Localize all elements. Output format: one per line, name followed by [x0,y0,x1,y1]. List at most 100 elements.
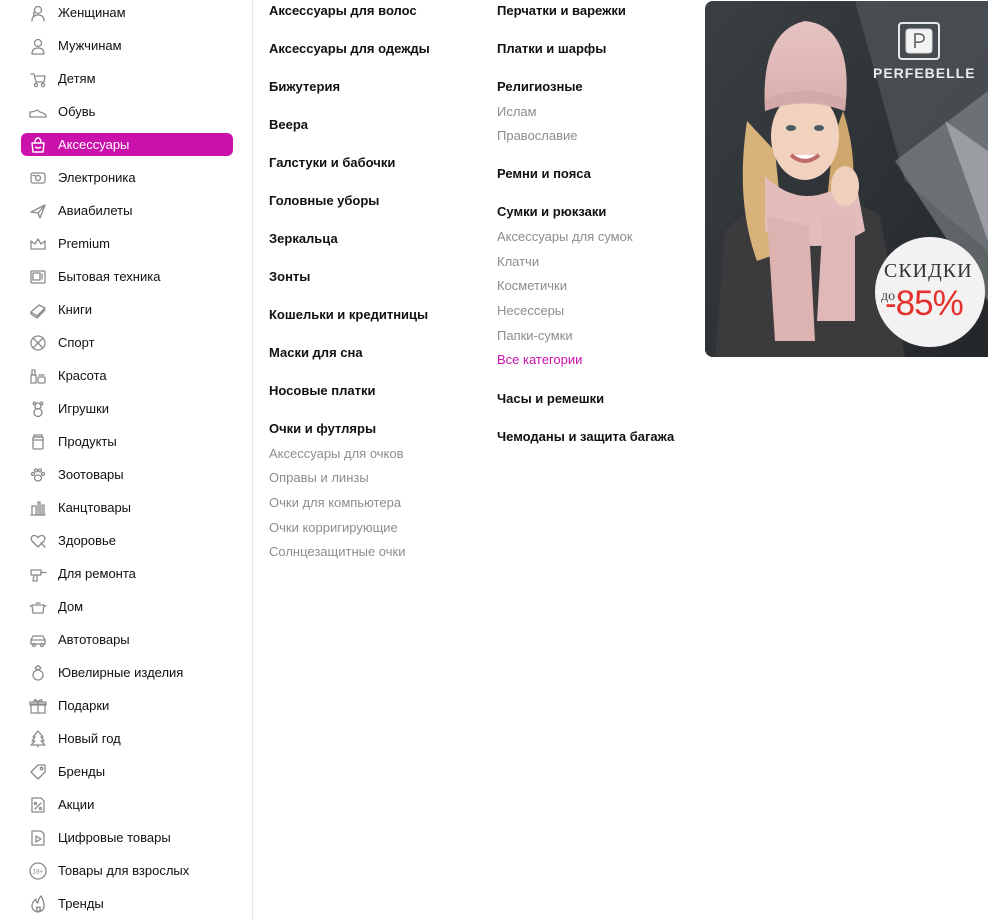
category-link[interactable]: Религиозные [497,79,583,94]
subcategory-link[interactable]: Клатчи [497,254,539,269]
sidebar-item-16[interactable]: Здоровье [21,529,233,552]
all-categories-link[interactable]: Все категории [497,352,582,367]
sidebar-item-27[interactable]: Тренды [21,892,233,915]
subcategory-link[interactable]: Несессеры [497,303,564,318]
sidebar-item-10[interactable]: Спорт [21,331,233,354]
tag-icon [29,763,47,781]
book-icon [29,301,47,319]
category-link[interactable]: Бижутерия [269,79,340,94]
plane-icon [29,202,47,220]
sidebar-item-17[interactable]: Для ремонта [21,562,233,585]
sidebar-item-label: Цифровые товары [58,830,171,845]
category-link[interactable]: Галстуки и бабочки [269,155,395,170]
category-link[interactable]: Веера [269,117,308,132]
car-icon [29,631,47,649]
sidebar-item-label: Мужчинам [58,38,122,53]
man-icon [29,37,47,55]
crown-icon [29,235,47,253]
category-link[interactable]: Головные уборы [269,193,379,208]
sidebar-item-label: Premium [58,236,111,251]
sidebar-item-label: Авиабилеты [58,203,133,218]
shoe-icon [29,103,47,121]
sidebar-item-24[interactable]: Акции [21,793,233,816]
sidebar-item-2[interactable]: Детям [21,67,233,90]
sidebar-item-22[interactable]: Новый год [21,727,233,750]
sidebar-item-label: Зоотовары [58,467,124,482]
flame-icon [29,894,47,913]
heart-health-icon [29,532,47,550]
category-link[interactable]: Часы и ремешки [497,391,604,406]
brand-logo-icon [898,22,940,60]
pot-icon [29,598,47,616]
category-link[interactable]: Платки и шарфы [497,41,606,56]
sidebar-item-label: Подарки [58,698,110,713]
sidebar-item-14[interactable]: Зоотовары [21,463,233,486]
sidebar-item-label: Электроника [58,170,136,185]
category-link[interactable]: Зонты [269,269,310,284]
svg-text:18+: 18+ [32,868,43,875]
sidebar-item-9[interactable]: Книги [21,298,233,321]
sidebar-item-label: Для ремонта [58,566,136,581]
discount-title: СКИДКИ [884,260,973,282]
sidebar-item-23[interactable]: Бренды [21,760,233,783]
sidebar-item-18[interactable]: Дом [21,595,233,618]
digital-file-icon [29,829,47,847]
woman-icon [29,4,47,22]
sidebar-item-26[interactable]: 18+ Товары для взрослых [21,859,233,882]
sidebar-item-7[interactable]: Premium [21,232,233,255]
sidebar-item-1[interactable]: Мужчинам [21,34,233,57]
category-link[interactable]: Зеркальца [269,231,338,246]
subcategory-link[interactable]: Аксессуары для сумок [497,229,633,244]
category-link[interactable]: Кошельки и кредитницы [269,307,428,322]
sidebar-item-4[interactable]: Аксессуары [21,133,233,156]
sidebar-item-11[interactable]: Красота [21,364,233,387]
category-link[interactable]: Перчатки и варежки [497,3,626,18]
sidebar-item-0[interactable]: Женщинам [21,1,233,24]
sidebar-item-label: Красота [58,368,107,383]
sidebar-item-label: Женщинам [58,5,126,20]
sidebar-item-13[interactable]: Продукты [21,430,233,453]
sidebar-item-label: Продукты [58,434,117,449]
subcategory-link[interactable]: Очки корригирующие [269,520,398,535]
category-link[interactable]: Ремни и пояса [497,166,591,181]
sidebar-item-19[interactable]: Автотовары [21,628,233,651]
subcategory-link[interactable]: Аксессуары для очков [269,446,404,461]
subcategory-link[interactable]: Очки для компьютера [269,495,401,510]
sidebar-item-3[interactable]: Обувь [21,100,233,123]
christmas-tree-icon [29,729,47,748]
sidebar-item-label: Акции [58,797,95,812]
sidebar-item-label: Тренды [58,896,104,911]
category-link[interactable]: Носовые платки [269,383,375,398]
sidebar-item-20[interactable]: Ювелирные изделия [21,661,233,684]
age-18-icon: 18+ [29,861,47,880]
promo-banner[interactable]: PERFEBELLE СКИДКИ до -85% [705,1,988,357]
subcategory-link[interactable]: Ислам [497,104,537,119]
subcategory-link[interactable]: Православие [497,128,578,143]
sidebar-item-6[interactable]: Авиабилеты [21,199,233,222]
subcategory-link[interactable]: Солнцезащитные очки [269,544,405,559]
category-link[interactable]: Очки и футляры [269,421,376,436]
sidebar-item-12[interactable]: Игрушки [21,397,233,420]
paw-icon [29,466,47,484]
ball-icon [29,334,47,352]
category-link[interactable]: Аксессуары для одежды [269,41,430,56]
category-sidebar: Женщинам Мужчинам Детям Обувь Аксессуары Элек… [0,0,253,920]
sidebar-item-label: Автотовары [58,632,130,647]
sidebar-item-label: Ювелирные изделия [58,665,184,680]
subcategory-link[interactable]: Папки-сумки [497,328,573,343]
category-link[interactable]: Аксессуары для волос [269,3,417,18]
sidebar-item-8[interactable]: Бытовая техника [21,265,233,288]
stationery-icon [29,499,47,517]
category-link[interactable]: Маски для сна [269,345,363,360]
subcategory-link[interactable]: Оправы и линзы [269,470,369,485]
sidebar-item-5[interactable]: Электроника [21,166,233,189]
subcategory-link[interactable]: Косметички [497,278,567,293]
sidebar-item-25[interactable]: Цифровые товары [21,826,233,849]
sidebar-item-label: Книги [58,302,93,317]
category-link[interactable]: Чемоданы и защита багажа [497,429,674,444]
sidebar-item-21[interactable]: Подарки [21,694,233,717]
sidebar-item-15[interactable]: Канцтовары [21,496,233,519]
category-link[interactable]: Сумки и рюкзаки [497,204,606,219]
sidebar-item-label: Спорт [58,335,95,350]
sidebar-item-label: Аксессуары [58,137,130,152]
